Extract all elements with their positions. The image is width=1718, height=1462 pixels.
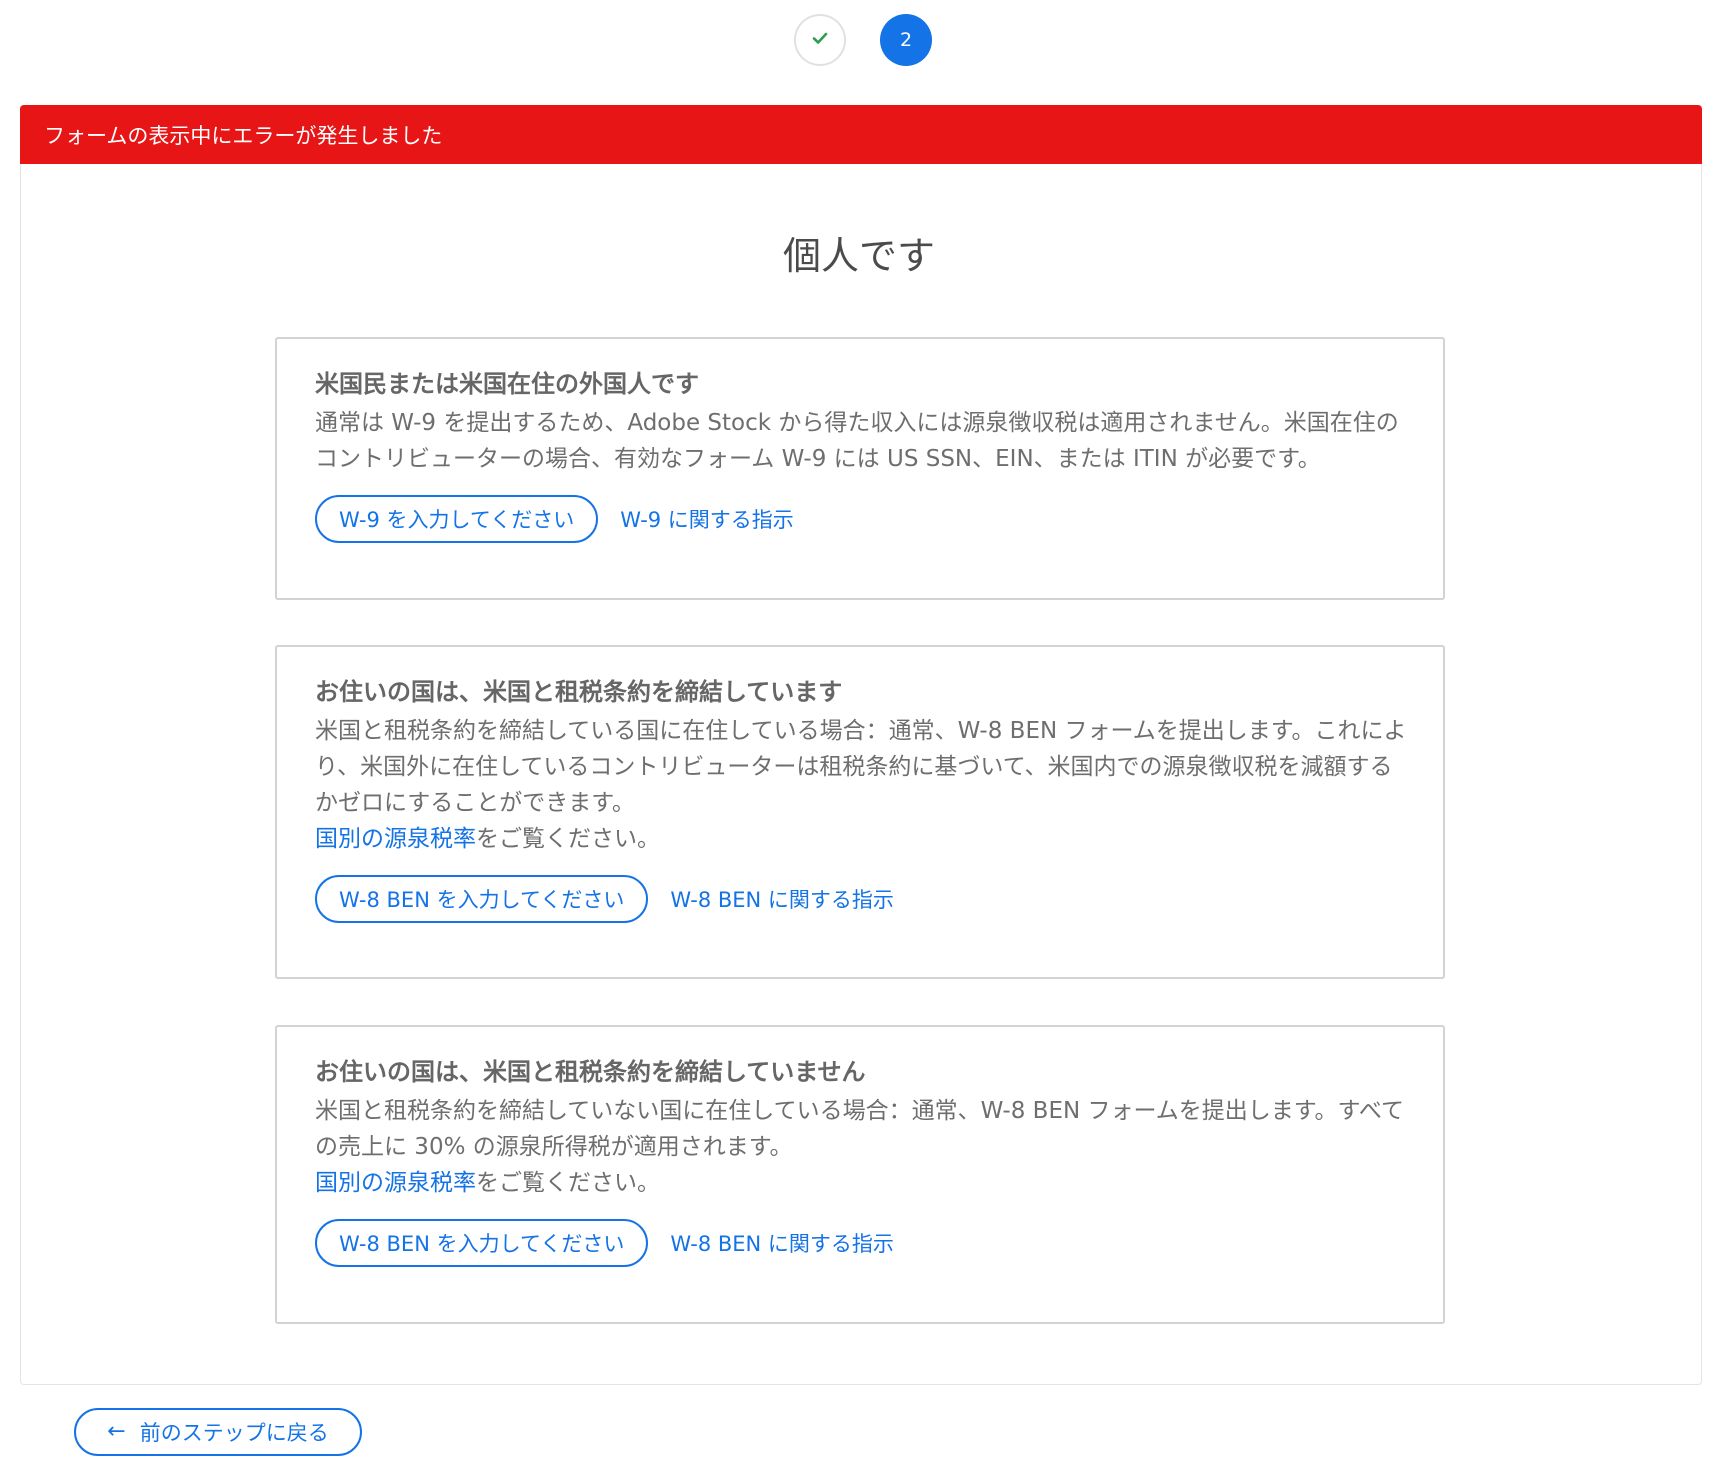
check-icon [810, 28, 830, 52]
step-1-complete [794, 14, 846, 66]
withholding-rates-link[interactable]: 国別の源泉税率 [315, 1170, 476, 1196]
step-number: 2 [899, 29, 913, 51]
back-button[interactable]: ← 前のステップに戻る [74, 1408, 362, 1456]
page-title: 個人です [782, 234, 935, 278]
card-actions: W-8 BEN を入力してください W-8 BEN に関する指示 [315, 875, 1407, 923]
fill-w8ben-button[interactable]: W-8 BEN を入力してください [315, 875, 649, 923]
card-description-text: 米国と租税条約を締結していない国に在住している場合：通常、W-8 BEN フォー… [315, 1098, 1404, 1160]
w8ben-instructions-link[interactable]: W-8 BEN に関する指示 [670, 1228, 894, 1258]
rates-suffix: をご覧ください。 [476, 826, 660, 852]
card-title: お住いの国は、米国と租税条約を締結していません [315, 1058, 866, 1086]
card-description: 米国と租税条約を締結していない国に在住している場合：通常、W-8 BEN フォー… [315, 1093, 1407, 1201]
card-description: 通常は W-9 を提出するため、Adobe Stock から得た収入には源泉徴収… [315, 410, 1399, 472]
w8ben-instructions-link[interactable]: W-8 BEN に関する指示 [670, 884, 894, 914]
option-card-treaty-country: お住いの国は、米国と租税条約を締結しています 米国と租税条約を締結している国に在… [275, 645, 1445, 979]
back-button-label: 前のステップに戻る [139, 1421, 329, 1445]
arrow-left-icon: ← [107, 1419, 126, 1444]
card-description-text: 米国と租税条約を締結している国に在住している場合：通常、W-8 BEN フォーム… [315, 718, 1407, 816]
card-title: お住いの国は、米国と租税条約を締結しています [315, 678, 843, 706]
card-description: 米国と租税条約を締結している国に在住している場合：通常、W-8 BEN フォーム… [315, 713, 1407, 857]
fill-w8ben-button[interactable]: W-8 BEN を入力してください [315, 1219, 649, 1267]
step-2-current: 2 [880, 14, 932, 66]
error-message: フォームの表示中にエラーが発生しました [44, 123, 443, 148]
error-banner: フォームの表示中にエラーが発生しました [20, 105, 1702, 164]
rates-suffix: をご覧ください。 [476, 1170, 660, 1196]
withholding-rates-link[interactable]: 国別の源泉税率 [315, 826, 476, 852]
fill-w9-button[interactable]: W-9 を入力してください [315, 495, 599, 543]
card-actions: W-8 BEN を入力してください W-8 BEN に関する指示 [315, 1219, 1407, 1267]
option-card-non-treaty-country: お住いの国は、米国と租税条約を締結していません 米国と租税条約を締結していない国… [275, 1025, 1445, 1324]
card-title: 米国民または米国在住の外国人です [315, 370, 699, 398]
card-actions: W-9 を入力してください W-9 に関する指示 [315, 495, 1407, 543]
w9-instructions-link[interactable]: W-9 に関する指示 [620, 504, 794, 534]
option-card-us-resident: 米国民または米国在住の外国人です 通常は W-9 を提出するため、Adobe S… [275, 337, 1445, 600]
progress-stepper: 2 [0, 12, 1718, 68]
